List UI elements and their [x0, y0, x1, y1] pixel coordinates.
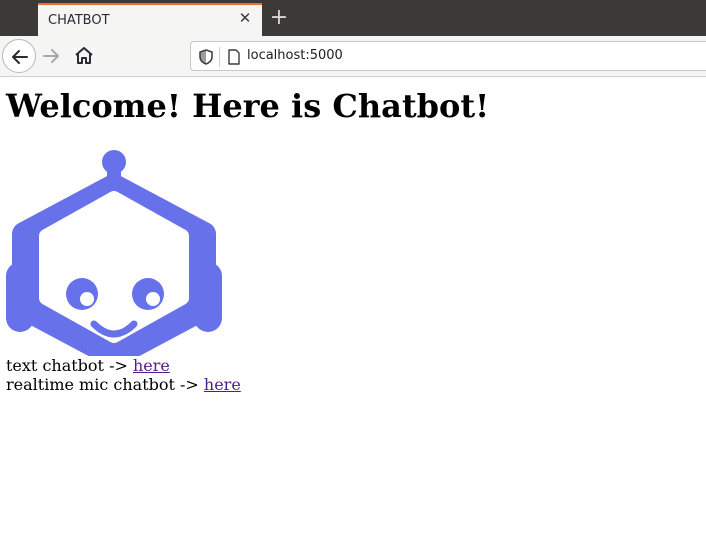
page-title: Welcome! Here is Chatbot!: [6, 87, 490, 125]
new-tab-icon[interactable]: +: [268, 7, 290, 29]
home-icon: [75, 47, 93, 64]
tab-strip: CHATBOT ✕ +: [0, 0, 706, 36]
page-content: Welcome! Here is Chatbot! text chatbot -…: [0, 78, 706, 534]
mic-chatbot-line: realtime mic chatbot -> here: [6, 375, 700, 394]
forward-button[interactable]: [40, 44, 64, 68]
tab-chatbot[interactable]: CHATBOT ✕: [38, 3, 262, 36]
text-chatbot-line: text chatbot -> here: [6, 356, 700, 375]
text-chatbot-label: text chatbot ->: [6, 356, 133, 375]
mic-chatbot-label: realtime mic chatbot ->: [6, 375, 204, 394]
address-bar[interactable]: localhost:5000: [190, 41, 706, 71]
robot-logo-icon: [6, 150, 222, 356]
back-button[interactable]: [2, 39, 36, 73]
shield-icon[interactable]: [199, 49, 213, 65]
text-chatbot-link[interactable]: here: [133, 356, 170, 375]
arrow-left-icon: [12, 50, 28, 64]
address-divider: [219, 47, 220, 67]
url-text[interactable]: localhost:5000: [247, 48, 343, 63]
close-tab-icon[interactable]: ✕: [236, 9, 254, 27]
arrow-right-icon: [43, 49, 59, 63]
tab-title: CHATBOT: [48, 13, 110, 28]
home-button[interactable]: [72, 44, 96, 68]
navigation-toolbar: localhost:5000: [0, 36, 706, 77]
mic-chatbot-link[interactable]: here: [204, 375, 241, 394]
page-icon[interactable]: [227, 49, 241, 65]
